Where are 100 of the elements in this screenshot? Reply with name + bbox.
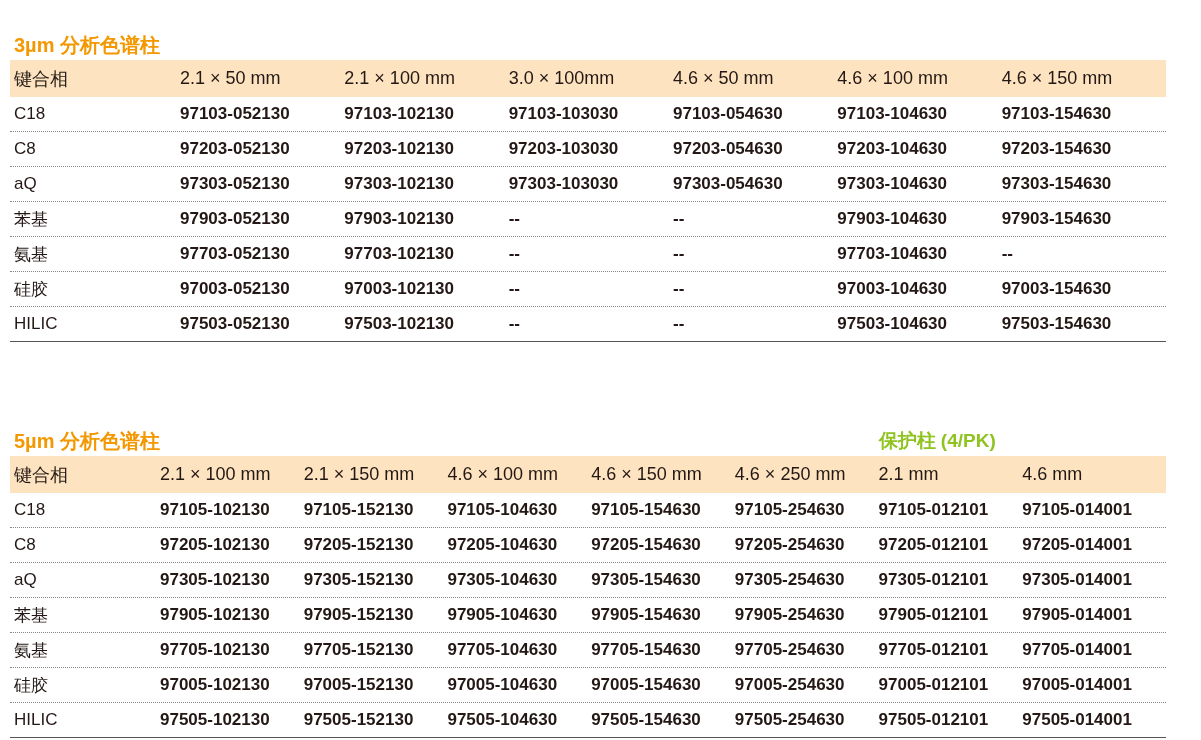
part-number-cell-text: 97203-052130 [180, 139, 291, 159]
part-number-cell-text: 97303-103030 [508, 174, 620, 194]
part-number-cell-text: 97105-254630 [734, 500, 846, 520]
part-number-cell-text: 97903-052130 [180, 209, 291, 229]
part-number-cell-text: 97705-014001 [1022, 640, 1133, 660]
part-number-cell-text: -- [673, 244, 686, 264]
part-number-cell-text: 97303-102130 [344, 174, 455, 194]
part-number-cell-text: -- [673, 314, 686, 334]
part-number-cell-text: 97005-154630 [591, 675, 702, 695]
phase-cell-text: HILIC [13, 314, 59, 334]
phase-cell-text: C8 [13, 535, 37, 555]
part-number-cell-text: 97205-154630 [591, 535, 702, 555]
part-number-cell-text: 97105-014001 [1022, 500, 1133, 520]
part-number-cell-text: 97103-054630 [673, 104, 784, 124]
part-number-cell-text: 97103-103030 [508, 104, 620, 124]
table-title: 5µm 分析色谱柱 [13, 428, 161, 454]
part-number-cell-text: 97705-254630 [734, 640, 846, 660]
part-number-cell-text: 97903-104630 [837, 209, 948, 229]
part-number-cell-text: 97505-254630 [734, 710, 846, 730]
part-number-cell-text: 97303-154630 [1001, 174, 1113, 194]
part-number-cell-text: 97203-102130 [344, 139, 455, 159]
part-number-cell-text: -- [508, 279, 521, 299]
phase-cell-text: C18 [13, 104, 47, 124]
part-number-cell-text: -- [673, 209, 686, 229]
part-number-cell-text: 97305-254630 [734, 570, 846, 590]
part-number-cell-text: 97305-012101 [878, 570, 990, 590]
phase-cell-text: 苯基 [13, 208, 49, 231]
phase-cell-text: 硅胶 [13, 674, 49, 697]
part-number-cell-text: 97105-012101 [878, 500, 990, 520]
part-number-cell-text: 97203-103030 [508, 139, 620, 159]
part-number-cell-text: 97103-102130 [344, 104, 455, 124]
part-number-cell-text: 97905-154630 [591, 605, 702, 625]
part-number-cell-text: 97203-054630 [673, 139, 784, 159]
part-number-cell-text: 97205-012101 [878, 535, 990, 555]
part-number-cell-text: 97205-104630 [447, 535, 559, 555]
part-number-cell-text: 97203-104630 [837, 139, 948, 159]
part-number-cell-text: -- [508, 209, 521, 229]
part-number-cell-text: 97703-104630 [837, 244, 948, 264]
part-number-cell-text: 97003-102130 [344, 279, 455, 299]
part-number-cell-text: 97903-154630 [1001, 209, 1113, 229]
part-number-cell-text: 97203-154630 [1001, 139, 1113, 159]
column-header: 4.6 × 100 mm [447, 464, 559, 485]
part-number-cell-text: 97205-014001 [1022, 535, 1133, 555]
table-title: 3µm 分析色谱柱 [13, 32, 161, 58]
part-number-cell-text: 97105-104630 [447, 500, 559, 520]
part-number-cell-text: 97105-152130 [303, 500, 415, 520]
part-number-cell-text: 97905-102130 [160, 605, 271, 625]
part-number-cell-text: 97503-102130 [344, 314, 455, 334]
phase-cell-text: aQ [13, 570, 38, 590]
part-number-cell-text: 97505-014001 [1022, 710, 1133, 730]
part-number-cell-text: 97905-152130 [303, 605, 415, 625]
part-number-cell-text: 97005-102130 [160, 675, 271, 695]
phase-cell-text: 硅胶 [13, 278, 49, 301]
part-number-cell-text: 97303-054630 [673, 174, 784, 194]
column-header: 2.1 × 150 mm [303, 464, 416, 485]
part-number-cell-text: 97003-154630 [1001, 279, 1113, 299]
column-header: 4.6 mm [1022, 464, 1084, 485]
column-header: 键合相 [13, 463, 69, 487]
part-number-cell-text: 97105-154630 [591, 500, 702, 520]
column-header: 2.1 mm [878, 464, 940, 485]
part-number-cell-text: 97205-152130 [303, 535, 415, 555]
guard-column-title: 保护柱 (4/PK) [878, 429, 997, 453]
part-number-cell-text: -- [508, 314, 521, 334]
part-number-cell-text: 97005-254630 [734, 675, 846, 695]
part-number-cell-text: 97005-014001 [1022, 675, 1133, 695]
part-number-cell-text: 97103-104630 [837, 104, 948, 124]
part-number-cell-text: 97705-152130 [303, 640, 415, 660]
column-header: 2.1 × 50 mm [180, 68, 282, 89]
part-number-cell-text: 97503-154630 [1001, 314, 1113, 334]
phase-cell-text: aQ [13, 174, 38, 194]
part-number-cell-text: 97705-102130 [160, 640, 271, 660]
column-header: 键合相 [13, 67, 69, 91]
column-header: 4.6 × 50 mm [673, 68, 775, 89]
part-number-cell-text: 97005-012101 [878, 675, 990, 695]
part-number-cell-text: 97905-104630 [447, 605, 559, 625]
part-number-cell-text: 97305-104630 [447, 570, 559, 590]
part-number-cell-text: 97903-102130 [344, 209, 455, 229]
part-number-cell-text: 97705-154630 [591, 640, 702, 660]
part-number-cell-text: 97905-014001 [1022, 605, 1133, 625]
part-number-cell-text: 97003-104630 [837, 279, 948, 299]
part-number-cell-text: 97705-012101 [878, 640, 990, 660]
column-header: 4.6 × 150 mm [1001, 68, 1114, 89]
part-number-cell-text: -- [508, 244, 521, 264]
phase-cell-text: C8 [13, 139, 37, 159]
part-number-cell-text: -- [1001, 244, 1014, 264]
part-number-cell-text: 97703-052130 [180, 244, 291, 264]
phase-cell-text: 苯基 [13, 604, 49, 627]
part-number-cell-text: 97205-254630 [734, 535, 846, 555]
part-number-cell-text: 97303-104630 [837, 174, 948, 194]
part-number-cell-text: 97705-104630 [447, 640, 559, 660]
column-header: 4.6 × 150 mm [591, 464, 703, 485]
column-header: 2.1 × 100 mm [344, 68, 456, 89]
phase-cell-text: 氨基 [13, 243, 49, 266]
column-header: 2.1 × 100 mm [160, 464, 272, 485]
part-number-cell-text: 97303-052130 [180, 174, 291, 194]
part-number-cell-text: 97905-012101 [878, 605, 990, 625]
part-number-cell-text: 97005-104630 [447, 675, 559, 695]
part-number-cell-text: 97503-104630 [837, 314, 948, 334]
part-number-cell-text: 97505-012101 [878, 710, 990, 730]
part-number-cell-text: 97103-154630 [1001, 104, 1113, 124]
